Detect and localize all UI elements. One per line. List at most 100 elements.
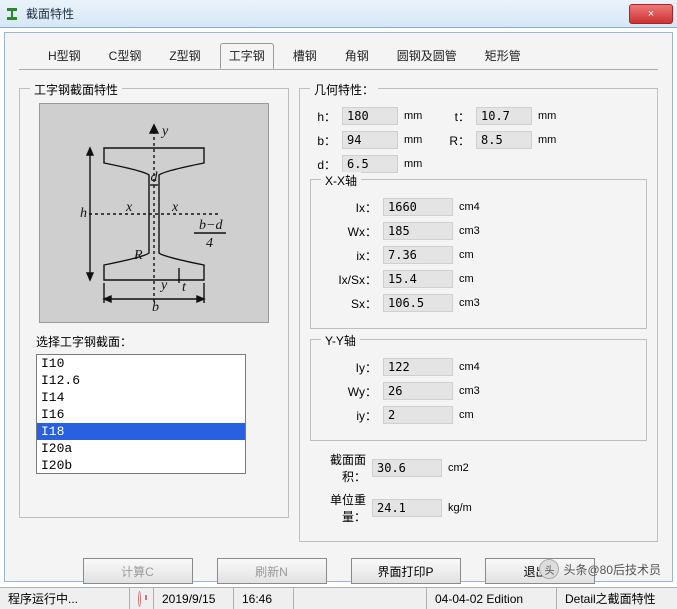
value-R: 8.5: [476, 131, 532, 149]
tab-c[interactable]: C型钢: [100, 43, 151, 69]
list-item[interactable]: I16: [37, 406, 245, 423]
value-IxSx: 15.4: [383, 270, 453, 288]
unit-d: mm: [404, 158, 438, 170]
list-item[interactable]: I18: [37, 423, 245, 440]
value-b: 94: [342, 131, 398, 149]
value-Wx: 185: [383, 222, 453, 240]
section-group-title: 工字钢截面特性: [30, 81, 122, 98]
value-weight: 24.1: [372, 499, 442, 517]
label-h: h：: [310, 108, 336, 125]
tab-h[interactable]: H型钢: [39, 43, 90, 69]
value-area: 30.6: [372, 459, 442, 477]
unit-iy: cm: [459, 409, 493, 421]
label-b: b：: [310, 132, 336, 149]
label-R: R：: [444, 132, 470, 149]
list-item[interactable]: I12.6: [37, 372, 245, 389]
label-weight: 单位重量：: [310, 491, 366, 525]
unit-h: mm: [404, 110, 438, 122]
status-time: 16:46: [234, 588, 294, 609]
unit-Iy: cm4: [459, 361, 493, 373]
value-Ix: 1660: [383, 198, 453, 216]
value-iy: 2: [383, 406, 453, 424]
unit-t: mm: [538, 110, 572, 122]
svg-text:h: h: [80, 206, 87, 221]
label-Sx: Sx：: [321, 295, 377, 312]
tab-strip: H型钢 C型钢 Z型钢 工字钢 槽钢 角钢 圆钢及圆管 矩形管: [5, 33, 672, 69]
label-IxSx: Ix/Sx：: [321, 271, 377, 288]
tab-rect[interactable]: 矩形管: [476, 43, 530, 69]
titlebar: 截面特性 ×: [0, 0, 677, 28]
label-Ix: Ix：: [321, 199, 377, 216]
xaxis-title: X-X轴: [321, 172, 361, 189]
refresh-button[interactable]: 刷新N: [217, 558, 327, 584]
yaxis-title: Y-Y轴: [321, 332, 360, 349]
section-diagram: y h x x d b−d 4 R y t b: [39, 103, 269, 323]
geometry-group: 几何特性： h： 180 mm t： 10.7 mm b： 94 mm R： 8…: [299, 88, 658, 542]
unit-R: mm: [538, 134, 572, 146]
close-icon: ×: [648, 8, 654, 20]
unit-Sx: cm3: [459, 297, 493, 309]
xaxis-group: X-X轴 Ix：1660cm4 Wx：185cm3 ix：7.36cm Ix/S…: [310, 179, 647, 329]
value-d: 6.5: [342, 155, 398, 173]
value-ix: 7.36: [383, 246, 453, 264]
unit-weight: kg/m: [448, 502, 482, 514]
unit-Wy: cm3: [459, 385, 493, 397]
svg-text:x: x: [125, 200, 133, 215]
app-icon: [4, 6, 20, 22]
svg-text:y: y: [159, 278, 168, 293]
tab-z[interactable]: Z型钢: [160, 43, 209, 69]
unit-Wx: cm3: [459, 225, 493, 237]
tab-round[interactable]: 圆钢及圆管: [388, 43, 466, 69]
watermark-text: 头条@80后技术员: [563, 561, 661, 578]
unit-IxSx: cm: [459, 273, 493, 285]
status-running: 程序运行中...: [0, 588, 130, 609]
section-group: 工字钢截面特性: [19, 88, 289, 518]
status-date: 2019/9/15: [154, 588, 234, 609]
clock-icon: [138, 591, 141, 607]
calc-button[interactable]: 计算C: [83, 558, 193, 584]
select-label: 选择工字钢截面：: [36, 333, 278, 350]
label-Wy: Wy：: [321, 383, 377, 400]
unit-b: mm: [404, 134, 438, 146]
status-edition: 04-04-02 Edition: [427, 588, 557, 609]
svg-text:R: R: [133, 248, 143, 263]
svg-text:x: x: [171, 200, 179, 215]
label-Iy: Iy：: [321, 359, 377, 376]
value-Iy: 122: [383, 358, 453, 376]
section-listbox[interactable]: I10 I12.6 I14 I16 I18 I20a I20b: [36, 354, 246, 474]
statusbar: 程序运行中... 2019/9/15 16:46 04-04-02 Editio…: [0, 587, 677, 609]
close-button[interactable]: ×: [629, 4, 673, 24]
svg-text:y: y: [160, 124, 169, 139]
label-d: d：: [310, 156, 336, 173]
print-button[interactable]: 界面打印P: [351, 558, 461, 584]
label-area: 截面面积：: [310, 451, 366, 485]
value-Wy: 26: [383, 382, 453, 400]
list-item[interactable]: I14: [37, 389, 245, 406]
avatar-icon: 头: [539, 559, 559, 579]
status-clock-icon: [130, 588, 154, 609]
list-item[interactable]: I20b: [37, 457, 245, 474]
unit-ix: cm: [459, 249, 493, 261]
main-frame: H型钢 C型钢 Z型钢 工字钢 槽钢 角钢 圆钢及圆管 矩形管 工字钢截面特性: [4, 32, 673, 582]
value-t: 10.7: [476, 107, 532, 125]
label-ix: ix：: [321, 247, 377, 264]
label-Wx: Wx：: [321, 223, 377, 240]
value-Sx: 106.5: [383, 294, 453, 312]
watermark: 头 头条@80后技术员: [539, 559, 661, 579]
svg-text:t: t: [182, 280, 187, 295]
tab-angle[interactable]: 角钢: [336, 43, 378, 69]
label-iy: iy：: [321, 407, 377, 424]
list-item[interactable]: I20a: [37, 440, 245, 457]
svg-text:b: b: [152, 300, 159, 313]
svg-text:4: 4: [206, 236, 213, 251]
yaxis-group: Y-Y轴 Iy：122cm4 Wy：26cm3 iy：2cm: [310, 339, 647, 441]
svg-text:d: d: [151, 170, 159, 185]
tab-channel[interactable]: 槽钢: [284, 43, 326, 69]
unit-area: cm2: [448, 462, 482, 474]
list-item[interactable]: I10: [37, 355, 245, 372]
value-h: 180: [342, 107, 398, 125]
label-t: t：: [444, 108, 470, 125]
geometry-title: 几何特性：: [310, 81, 378, 98]
unit-Ix: cm4: [459, 201, 493, 213]
tab-i[interactable]: 工字钢: [220, 43, 274, 69]
